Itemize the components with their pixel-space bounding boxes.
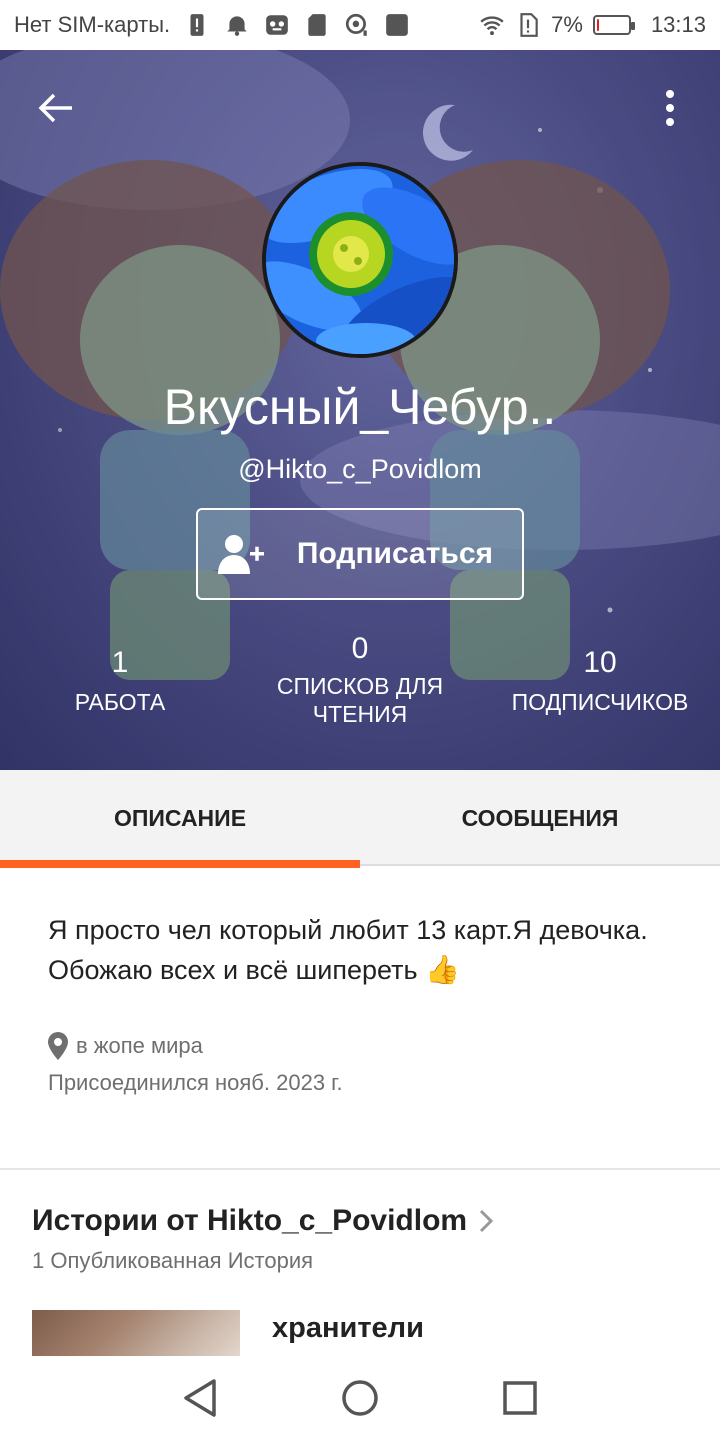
follow-button-label: Подписаться xyxy=(296,537,494,570)
system-nav-bar xyxy=(0,1356,720,1440)
nav-recents-button[interactable] xyxy=(490,1368,550,1428)
clock: 13:13 xyxy=(650,12,706,37)
triangle-back-icon xyxy=(184,1379,216,1417)
stat-followers[interactable]: 10 ПОДПИСЧИКОВ xyxy=(480,646,720,746)
username: @Hikto_c_Povidlom xyxy=(238,454,482,484)
stat-works[interactable]: 1 РАБОТА xyxy=(0,646,240,746)
app-cat-icon xyxy=(266,15,288,35)
sync-icon xyxy=(346,13,367,36)
square-recents-icon xyxy=(503,1381,537,1415)
stat-works-value: 1 xyxy=(111,646,129,679)
story-cover-image[interactable] xyxy=(32,1310,240,1356)
stat-reading-lists-label-line2: ЧТЕНИЯ xyxy=(312,701,408,727)
avatar[interactable] xyxy=(262,162,458,358)
more-options-button[interactable] xyxy=(642,80,698,136)
follow-button[interactable]: Подписаться xyxy=(196,508,524,600)
profile-header: Вкусный_Чебур.. @Hikto_c_Povidlom Подпис… xyxy=(0,50,720,770)
stat-followers-label: ПОДПИСЧИКОВ xyxy=(511,689,689,715)
profile-tabs: ОПИСАНИЕ СООБЩЕНИЯ xyxy=(0,770,720,868)
location-text: в жопе мира xyxy=(76,1033,203,1058)
stories-count: 1 Опубликованная История xyxy=(32,1248,314,1273)
tab-messages[interactable]: СООБЩЕНИЯ xyxy=(360,770,720,866)
square-icon xyxy=(386,14,408,36)
tab-description[interactable]: ОПИСАНИЕ xyxy=(0,770,360,868)
stories-header[interactable]: Истории от Hikto_c_Povidlom xyxy=(32,1204,494,1238)
person-add-icon xyxy=(218,534,282,574)
about-section: Я просто чел который любит 13 карт.Я дев… xyxy=(48,910,668,1096)
alert-icon xyxy=(520,13,538,37)
battery-percent: 7% xyxy=(551,12,583,37)
stat-reading-lists-label-line1: СПИСКОВ ДЛЯ xyxy=(276,673,444,699)
more-vert-icon xyxy=(666,90,674,126)
story-title[interactable]: хранители xyxy=(272,1312,424,1345)
alarm-icon xyxy=(227,16,247,36)
location-pin-icon xyxy=(48,1032,68,1060)
carrier-text: Нет SIM-карты. xyxy=(14,12,171,37)
sd-card-icon xyxy=(308,14,326,36)
back-button[interactable] xyxy=(28,80,84,136)
nav-home-button[interactable] xyxy=(330,1368,390,1428)
section-divider xyxy=(0,1168,720,1170)
stat-reading-lists-label: СПИСКОВ ДЛЯ ЧТЕНИЯ xyxy=(240,672,480,728)
bio-text: Я просто чел который любит 13 карт.Я дев… xyxy=(48,910,668,990)
stat-works-label: РАБОТА xyxy=(74,689,166,715)
status-bar: Нет SIM-карты. 7% 13:13 xyxy=(0,0,720,50)
arrow-left-icon xyxy=(38,93,72,123)
chevron-right-icon xyxy=(480,1209,494,1233)
nav-back-button[interactable] xyxy=(170,1368,230,1428)
sim-warning-icon xyxy=(190,14,204,36)
profile-stats: 1 РАБОТА 0 СПИСКОВ ДЛЯ ЧТЕНИЯ 10 ПОДПИСЧ… xyxy=(0,632,720,746)
wifi-icon xyxy=(480,16,504,36)
battery-icon xyxy=(592,15,635,35)
stat-followers-value: 10 xyxy=(583,646,617,679)
bio-text-body: Я просто чел который любит 13 карт.Я дев… xyxy=(48,915,648,985)
circle-home-icon xyxy=(342,1380,378,1416)
thumbs-up-emoji: 👍 xyxy=(425,954,460,985)
avatar-image xyxy=(266,166,454,354)
display-name: Вкусный_Чебур.. xyxy=(163,379,557,435)
stories-title: Истории от Hikto_c_Povidlom xyxy=(32,1204,468,1237)
joined-date: Присоединился нояб. 2023 г. xyxy=(48,1070,343,1095)
location: в жопе мира xyxy=(48,1032,668,1060)
stat-reading-lists-value: 0 xyxy=(351,632,369,665)
stat-reading-lists[interactable]: 0 СПИСКОВ ДЛЯ ЧТЕНИЯ xyxy=(240,632,480,746)
